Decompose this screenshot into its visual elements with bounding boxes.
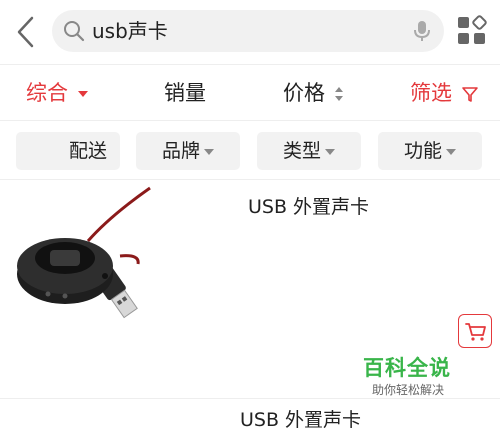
back-button[interactable] xyxy=(12,12,42,52)
sort-price[interactable]: 价格 xyxy=(283,79,344,107)
search-icon xyxy=(64,21,85,42)
sort-comprehensive[interactable]: 综合 xyxy=(26,79,89,107)
add-to-cart-button[interactable] xyxy=(458,314,492,348)
chip-brand[interactable]: 品牌 xyxy=(136,132,240,170)
chip-delivery[interactable]: 配送 xyxy=(16,132,120,170)
caret-down-icon xyxy=(325,148,335,155)
cart-icon xyxy=(465,323,486,341)
top-bar: usb声卡 xyxy=(0,0,500,64)
watermark-slogan: 助你轻松解决 xyxy=(372,383,445,397)
sort-sales-label: 销量 xyxy=(164,81,206,105)
sort-filter[interactable]: 筛选 xyxy=(410,79,479,107)
chip-type[interactable]: 类型 xyxy=(257,132,361,170)
sort-bar: 综合 销量 价格 筛选 xyxy=(0,64,500,120)
chip-function-label: 功能 xyxy=(403,140,442,162)
sort-sales[interactable]: 销量 xyxy=(164,79,206,107)
sort-comprehensive-label: 综合 xyxy=(26,81,68,105)
chevron-left-icon xyxy=(17,16,34,48)
grid-view-icon[interactable] xyxy=(456,15,488,47)
sort-price-label: 价格 xyxy=(283,81,325,105)
chip-type-label: 类型 xyxy=(282,140,321,162)
product-image[interactable] xyxy=(10,186,160,336)
chip-brand-label: 品牌 xyxy=(161,140,200,162)
divider xyxy=(0,398,500,399)
filter-icon xyxy=(461,87,478,102)
microphone-icon[interactable] xyxy=(410,19,434,43)
chip-delivery-label: 配送 xyxy=(68,140,107,162)
product-title[interactable]: USB 外置声卡 xyxy=(248,195,369,219)
sort-filter-label: 筛选 xyxy=(410,81,452,105)
filter-chips: 配送 品牌 类型 功能 xyxy=(0,120,500,180)
sort-toggle-icon xyxy=(334,87,343,101)
caret-down-icon xyxy=(204,148,214,155)
watermark-logo: 百科全说 xyxy=(363,356,451,380)
caret-down-icon xyxy=(77,91,88,97)
product-title[interactable]: USB 外置声卡 xyxy=(240,408,361,431)
search-query: usb声卡 xyxy=(92,19,168,43)
chip-function[interactable]: 功能 xyxy=(378,132,482,170)
search-input[interactable]: usb声卡 xyxy=(52,10,444,52)
caret-down-icon xyxy=(446,148,456,155)
